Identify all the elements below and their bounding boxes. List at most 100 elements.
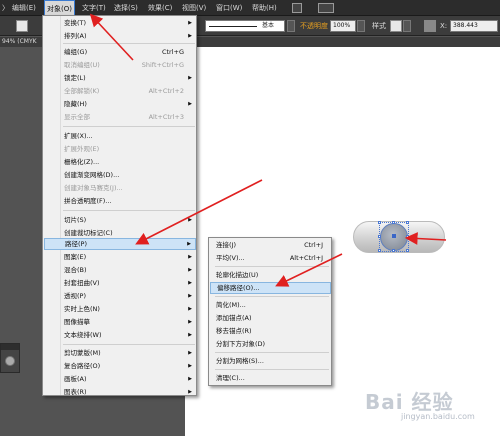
stroke-style-label: 基本	[261, 22, 274, 29]
menu-edit[interactable]: 编辑(E)	[10, 0, 38, 16]
submenu-item-clean-up[interactable]: 清理(C)...	[210, 372, 331, 384]
submenu-arrow-icon: ▶	[188, 20, 192, 26]
document-tab[interactable]: 94% (CMYK	[0, 37, 37, 47]
object-menu: 变换(T) ▶ 排列(A) ▶ 编组(G) Ctrl+G 取消编组(U) Shift+C…	[42, 15, 197, 396]
opacity-field[interactable]: 100%	[330, 20, 356, 32]
menu-separator	[63, 210, 195, 211]
mini-panel	[0, 343, 20, 373]
submenu-arrow-icon: ▶	[188, 293, 192, 299]
submenu-arrow-icon: ▶	[188, 280, 192, 286]
stroke-style-select[interactable]: 基本	[205, 20, 285, 32]
menu-item-compound-path[interactable]: 复合路径(O) ▶	[44, 360, 196, 372]
selection-handle[interactable]	[392, 249, 395, 252]
transform-icon[interactable]	[424, 20, 436, 32]
stroke-dropdown[interactable]	[287, 20, 295, 32]
submenu-arrow-icon: ▶	[188, 376, 192, 382]
submenu-arrow-icon: ▶	[188, 363, 192, 369]
menu-bar: 〉 编辑(E) 对象(O) 文字(T) 选择(S) 效果(C) 视图(V) 窗口…	[0, 0, 500, 16]
menu-item-text-wrap[interactable]: 文本绕排(W) ▶	[44, 329, 196, 341]
submenu-item-join[interactable]: 连接(J) Ctrl+J	[210, 239, 331, 251]
submenu-item-offset-path[interactable]: 偏移路径(O)...	[210, 282, 331, 294]
selection-handle[interactable]	[406, 235, 409, 238]
menu-separator	[63, 344, 195, 345]
menu-item-rasterize[interactable]: 栅格化(Z)...	[44, 156, 196, 168]
submenu-item-remove-anchor-points[interactable]: 移去锚点(R)	[210, 325, 331, 337]
stroke-preview	[209, 26, 257, 27]
selection-handle[interactable]	[406, 221, 409, 224]
menu-item-perspective[interactable]: 透视(P) ▶	[44, 290, 196, 302]
submenu-arrow-icon: ▶	[188, 254, 192, 260]
submenu-arrow-icon: ▶	[188, 75, 192, 81]
menu-help[interactable]: 帮助(H)	[250, 0, 279, 16]
menu-separator	[215, 266, 329, 267]
menu-window[interactable]: 窗口(W)	[214, 0, 244, 16]
menu-separator	[215, 352, 329, 353]
submenu-arrow-icon: ▶	[188, 350, 192, 356]
submenu-arrow-icon: ▶	[187, 241, 191, 247]
menu-item-arrange[interactable]: 排列(A) ▶	[44, 30, 196, 42]
menu-item-lock[interactable]: 锁定(L) ▶	[44, 72, 196, 84]
menu-item-group[interactable]: 编组(G) Ctrl+G	[44, 46, 196, 58]
submenu-item-simplify[interactable]: 简化(M)...	[210, 299, 331, 311]
submenu-arrow-icon: ▶	[188, 267, 192, 273]
submenu-arrow-icon: ▶	[188, 389, 192, 395]
opacity-label[interactable]: 不透明度	[300, 20, 328, 32]
menu-item-create-object-mosaic: 创建对象马赛克(J)...	[64, 184, 123, 192]
menu-item-graph[interactable]: 图表(R) ▶	[44, 386, 196, 398]
opacity-dropdown[interactable]	[357, 20, 365, 32]
menu-item-live-paint[interactable]: 实时上色(N) ▶	[44, 303, 196, 315]
menu-separator	[215, 369, 329, 370]
submenu-arrow-icon: ▶	[188, 101, 192, 107]
style-swatch[interactable]	[390, 20, 402, 32]
menu-view[interactable]: 视图(V)	[180, 0, 208, 16]
style-dropdown[interactable]	[403, 20, 411, 32]
arrange-documents-icon[interactable]	[318, 3, 334, 13]
menu-item-blend[interactable]: 混合(B) ▶	[44, 264, 196, 276]
x-field[interactable]: 388.443	[450, 20, 498, 32]
selection-handle[interactable]	[378, 235, 381, 238]
menu-separator	[215, 296, 329, 297]
path-submenu: 连接(J) Ctrl+J 平均(V)... Alt+Ctrl+J 轮廓化描边(U) …	[208, 237, 332, 386]
selection-handle[interactable]	[406, 249, 409, 252]
menu-item-unlock-all: 全部解锁(K) Alt+Ctrl+2	[64, 87, 184, 95]
mini-panel-header[interactable]	[1, 344, 19, 350]
menu-item-path[interactable]: 路径(P) ▶	[44, 238, 196, 250]
menu-item-show-all: 显示全部 Alt+Ctrl+3	[64, 113, 184, 121]
menu-item-envelope-distort[interactable]: 封套扭曲(V) ▶	[44, 277, 196, 289]
menu-item-clipping-mask[interactable]: 剪切蒙版(M) ▶	[44, 347, 196, 359]
submenu-arrow-icon: ▶	[188, 306, 192, 312]
style-label: 样式	[372, 22, 386, 30]
submenu-arrow-icon: ▶	[188, 319, 192, 325]
menu-select[interactable]: 选择(S)	[112, 0, 140, 16]
selection-handle[interactable]	[392, 221, 395, 224]
menu-object[interactable]: 对象(O)	[44, 0, 75, 16]
selection-handle[interactable]	[378, 249, 381, 252]
submenu-item-split-into-grid[interactable]: 分割为网格(S)...	[210, 355, 331, 367]
submenu-arrow-icon: ▶	[188, 33, 192, 39]
submenu-item-outline-stroke[interactable]: 轮廓化描边(U)	[210, 269, 331, 281]
menu-item-image-trace[interactable]: 图像描摹 ▶	[44, 316, 196, 328]
menu-item-create-gradient-mesh[interactable]: 创建渐变网格(D)...	[44, 169, 196, 181]
bridge-icon[interactable]	[292, 3, 302, 13]
menu-item-pattern[interactable]: 图案(E) ▶	[44, 251, 196, 263]
submenu-item-divide-objects-below[interactable]: 分割下方对象(D)	[210, 338, 331, 350]
submenu-item-add-anchor-points[interactable]: 添加锚点(A)	[210, 312, 331, 324]
fill-swatch[interactable]	[16, 20, 28, 32]
menu-item-transform[interactable]: 变换(T) ▶	[44, 17, 196, 29]
selection-handle[interactable]	[378, 221, 381, 224]
menu-separator	[63, 126, 195, 127]
menu-item-ungroup: 取消编组(U) Shift+Ctrl+G	[64, 61, 184, 69]
submenu-arrow-icon: ▶	[188, 332, 192, 338]
menu-item-flatten-transparency[interactable]: 拼合透明度(F)...	[44, 195, 196, 207]
menu-item-hide[interactable]: 隐藏(H) ▶	[44, 98, 196, 110]
menu-type[interactable]: 文字(T)	[80, 0, 108, 16]
appearance-icon[interactable]	[5, 356, 15, 366]
menu-effect[interactable]: 效果(C)	[146, 0, 174, 16]
menu-item-expand-appearance: 扩展外观(E)	[64, 145, 100, 153]
submenu-item-average[interactable]: 平均(V)... Alt+Ctrl+J	[210, 252, 331, 264]
menu-separator	[63, 43, 195, 44]
center-point	[392, 234, 396, 238]
menu-item-artboards[interactable]: 画板(A) ▶	[44, 373, 196, 385]
menu-item-slice[interactable]: 切片(S) ▶	[44, 214, 196, 226]
menu-item-expand[interactable]: 扩展(X)...	[44, 130, 196, 142]
